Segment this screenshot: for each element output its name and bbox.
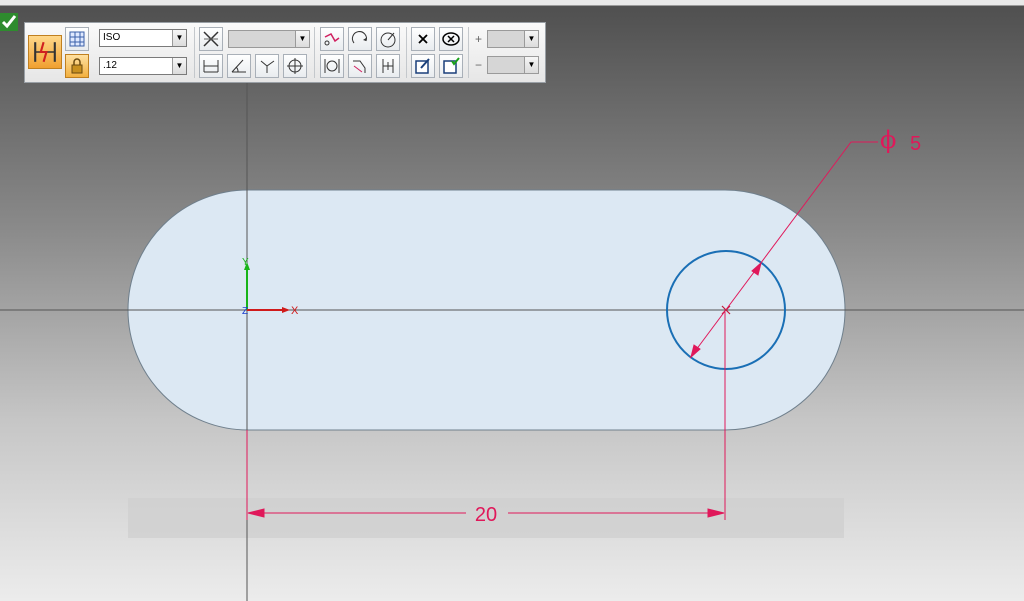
arc-icon [351,31,367,44]
angle-between-icon [231,59,246,73]
coordinate-dimension-button[interactable] [255,54,279,78]
edit-properties-button[interactable] [411,54,435,78]
axis-x-label: X [291,305,299,317]
tolerance-plus-dropdown[interactable]: ▼ [487,30,539,48]
cancel-all-button[interactable] [439,27,463,51]
tolerance-plus-label: + [475,32,483,46]
dimension-axis-icon [324,33,340,46]
inspect-icon [324,59,340,73]
smart-dimension-icon [34,41,56,63]
distance-between-icon [203,60,219,73]
toolbar-separator [314,27,315,78]
toolbar-separator [406,27,407,78]
precision-value: .12 [103,60,117,71]
chevron-down-icon[interactable]: ▼ [295,31,309,47]
linear-dimension-value[interactable]: 20 [475,504,497,526]
diameter-value[interactable]: 5 [910,133,921,155]
chamfer-dimension-button[interactable] [348,54,372,78]
accept-window-icon [443,57,460,74]
inspect-dimension-button[interactable] [320,54,344,78]
smart-dimension-toolbar: ISO ▼ .12 ▼ ▼ + ▼ − ▼ [24,22,546,83]
accept-check-icon[interactable] [0,12,18,32]
tolerance-minus-label: − [475,58,483,72]
smart-dimension-button[interactable] [28,35,62,69]
chamfer-icon [353,60,366,73]
symmetric-diameter-icon [287,58,303,74]
stack-dimension-button[interactable] [376,54,400,78]
style-dropdown[interactable]: ▼ [228,30,310,48]
cancel-button[interactable] [411,27,435,51]
lock-dimension-button[interactable] [65,54,89,78]
standard-value: ISO [103,32,121,43]
dimension-style-button[interactable] [199,27,223,51]
coordinate-dimension-icon [260,60,275,73]
sketch-canvas[interactable]: ϕ 5 20 Y X Z [0,0,1024,601]
symmetric-diameter-button[interactable] [283,54,307,78]
radial-dimension-button[interactable] [376,27,400,51]
stack-icon [382,59,394,73]
chevron-down-icon[interactable]: ▼ [524,57,538,73]
dimension-style-icon [203,31,219,47]
chevron-down-icon[interactable]: ▼ [172,30,186,46]
toolbar-separator [468,27,469,78]
radial-icon [380,32,396,48]
precision-dropdown[interactable]: .12 ▼ [99,57,187,75]
close-circle-icon [442,32,460,46]
distance-between-button[interactable] [199,54,223,78]
lock-icon [71,58,83,74]
angle-between-button[interactable] [227,54,251,78]
grid-icon [69,31,85,47]
standard-dropdown[interactable]: ISO ▼ [99,29,187,47]
edit-icon [415,58,430,74]
chevron-down-icon[interactable]: ▼ [172,58,186,74]
grid-button[interactable] [65,27,89,51]
axis-y-label: Y [242,257,249,268]
close-icon [418,34,428,44]
chevron-down-icon[interactable]: ▼ [524,31,538,47]
dimension-axis-button[interactable] [320,27,344,51]
axis-z-label: Z [242,306,248,317]
tolerance-minus-dropdown[interactable]: ▼ [487,56,539,74]
diameter-symbol: ϕ [880,126,896,154]
arc-dimension-button[interactable] [348,27,372,51]
accept-properties-button[interactable] [439,54,463,78]
toolbar-separator [194,27,195,78]
